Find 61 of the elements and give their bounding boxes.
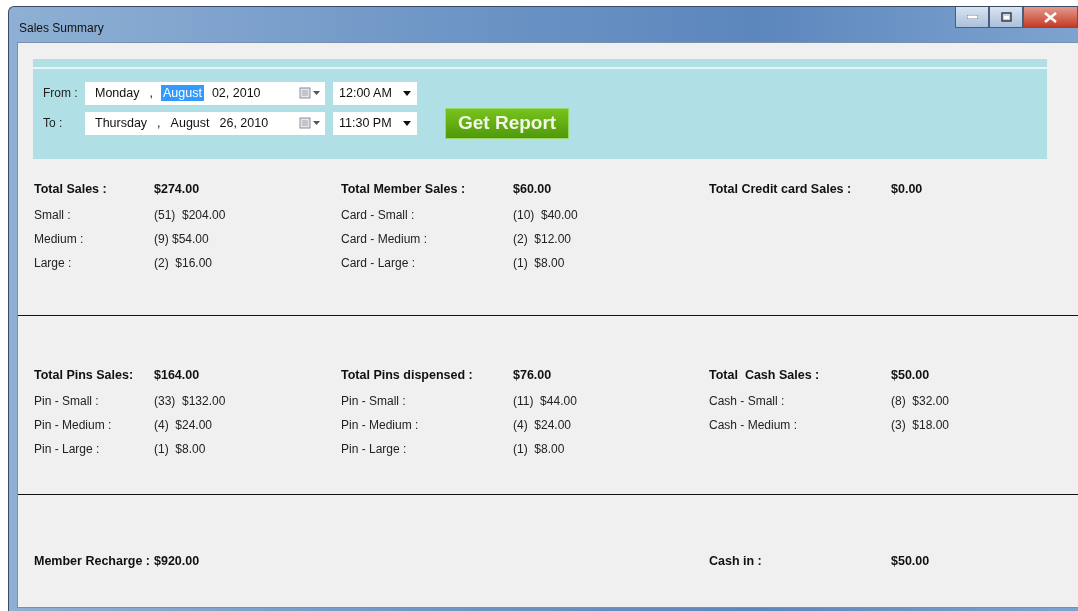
calendar-dropdown-icon[interactable] [299, 117, 321, 129]
date-picker[interactable]: Monday , August 02, 2010 [85, 81, 325, 105]
total-value: $164.00 [154, 368, 200, 382]
close-icon [1044, 11, 1057, 23]
item-label: Card - Medium : [341, 232, 429, 246]
total-value: $50.00 [891, 554, 930, 568]
field-label: From : [42, 86, 79, 100]
window-title: Sales Summary [19, 21, 104, 35]
item-label: Pin - Large : [341, 442, 408, 456]
item-value: (11) $44.00 [513, 394, 577, 408]
item-label: Cash - Medium : [709, 418, 799, 432]
total-value: $76.00 [513, 368, 552, 382]
item-value: (4) $24.00 [513, 418, 572, 432]
field-label: To : [42, 116, 64, 130]
item-value: (1) $8.00 [154, 442, 206, 456]
item-label: Pin - Small : [34, 394, 100, 408]
item-label: Cash - Small : [709, 394, 786, 408]
item-label: Small : [34, 208, 72, 222]
total-label: Total Credit card Sales : [709, 182, 853, 196]
total-value: $50.00 [891, 368, 930, 382]
item-label: Pin - Large : [34, 442, 101, 456]
total-value: $0.00 [891, 182, 923, 196]
item-label: Pin - Small : [341, 394, 407, 408]
item-label: Pin - Medium : [341, 418, 420, 432]
item-value: (51) $204.00 [154, 208, 226, 222]
item-value: (9) $54.00 [154, 232, 209, 246]
item-label: Pin - Medium : [34, 418, 113, 432]
total-value: $920.00 [154, 554, 200, 568]
item-value: (2) $12.00 [513, 232, 572, 246]
total-label: Cash in : [709, 554, 763, 568]
minimize-icon [966, 15, 978, 19]
minimize-button[interactable] [955, 7, 989, 28]
item-value: (33) $132.00 [154, 394, 226, 408]
time-dropdown[interactable]: 11:30 PM [333, 111, 417, 135]
total-label: Total Cash Sales : [709, 368, 821, 382]
caret-icon [403, 120, 411, 126]
total-label: Total Pins dispensed : [341, 368, 474, 382]
total-label: Total Sales : [34, 182, 108, 196]
item-value: (1) $8.00 [513, 256, 565, 270]
item-value: (3) $18.00 [891, 418, 950, 432]
time-dropdown[interactable]: 12:00 AM [333, 81, 417, 105]
item-label: Large : [34, 256, 73, 270]
maximize-icon [1000, 12, 1012, 22]
total-label: Total Pins Sales: [34, 368, 135, 382]
item-label: Card - Small : [341, 208, 416, 222]
close-button[interactable] [1023, 7, 1078, 28]
total-label: Total Member Sales : [341, 182, 467, 196]
total-label: Member Recharge : [34, 554, 151, 568]
item-value: (1) $8.00 [513, 442, 565, 456]
total-value: $60.00 [513, 182, 552, 196]
item-value: (4) $24.00 [154, 418, 213, 432]
item-value: (2) $16.00 [154, 256, 213, 270]
item-value: (10) $40.00 [513, 208, 578, 222]
maximize-button[interactable] [989, 7, 1023, 28]
item-label: Medium : [34, 232, 85, 246]
date-picker[interactable]: Thursday , August 26, 2010 [85, 111, 325, 135]
item-label: Card - Large : [341, 256, 417, 270]
caret-icon [403, 90, 411, 96]
item-value: (8) $32.00 [891, 394, 950, 408]
total-value: $274.00 [154, 182, 200, 196]
calendar-dropdown-icon[interactable] [299, 87, 321, 99]
